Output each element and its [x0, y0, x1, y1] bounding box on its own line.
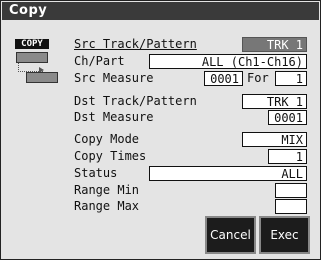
src-track-label: Src Track/Pattern	[74, 37, 197, 51]
dst-measure-field[interactable]: 0001	[268, 110, 307, 125]
dst-track-label: Dst Track/Pattern	[74, 94, 197, 108]
copy-mode-label: Copy Mode	[74, 132, 140, 146]
status-label: Status	[74, 166, 118, 180]
copy-times-label: Copy Times	[74, 149, 147, 163]
title-bar: Copy	[2, 2, 319, 20]
ch-part-field[interactable]: ALL (Ch1-Ch16)	[149, 54, 307, 69]
destination-block-icon	[26, 72, 58, 83]
copy-diagram-icon: COPY	[15, 39, 63, 85]
cancel-button[interactable]: Cancel	[205, 216, 256, 254]
dst-track-field[interactable]: TRK 1	[242, 94, 307, 109]
copy-mode-field[interactable]: MIX	[242, 132, 307, 147]
dst-measure-label: Dst Measure	[74, 110, 154, 124]
range-min-field[interactable]	[275, 183, 307, 198]
exec-button[interactable]: Exec	[259, 216, 310, 254]
for-label: For	[247, 71, 269, 85]
range-max-field[interactable]	[275, 199, 307, 214]
for-field[interactable]: 1	[275, 71, 307, 86]
range-min-label: Range Min	[74, 183, 140, 197]
range-max-label: Range Max	[74, 199, 140, 213]
status-field[interactable]: ALL	[149, 166, 307, 181]
copy-times-field[interactable]: 1	[268, 149, 307, 164]
dialog-title: Copy	[9, 3, 48, 18]
ch-part-label: Ch/Part	[74, 54, 125, 68]
copy-badge: COPY	[15, 39, 49, 49]
copy-dialog: Copy COPY Src Track/Pattern TRK 1 Ch/Par…	[0, 0, 321, 260]
src-measure-field[interactable]: 0001	[204, 71, 243, 86]
source-block-icon	[16, 52, 48, 63]
src-track-field[interactable]: TRK 1	[242, 37, 307, 52]
src-measure-label: Src Measure	[74, 71, 154, 85]
